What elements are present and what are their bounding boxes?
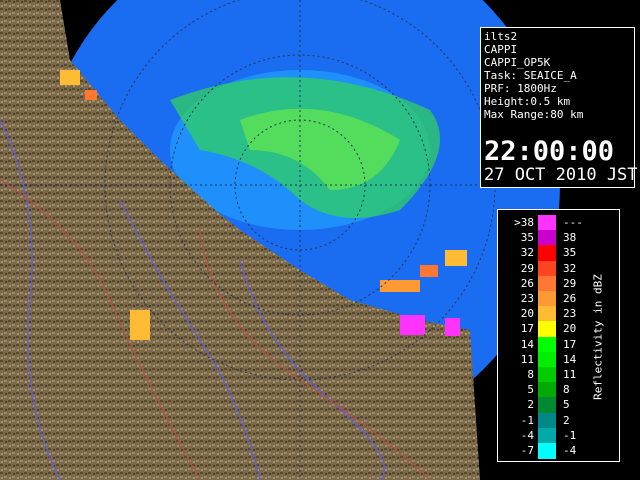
legend-high-value: --- [563, 216, 583, 229]
legend-low-value: -1 [520, 413, 534, 427]
legend-color-swatch [538, 351, 556, 368]
height-value: Height:0.5 km [484, 95, 571, 108]
legend-low-value: 32 [520, 246, 534, 260]
legend-high-value: 23 [563, 307, 577, 321]
legend-color-swatch [538, 397, 556, 414]
legend-row: 26 29 [498, 275, 619, 292]
legend-low-value: -4 [520, 428, 534, 442]
product-id: CAPPI_OP5K [484, 56, 551, 69]
prf-value: PRF: 1800Hz [484, 82, 557, 95]
max-range-value: Max Range:80 km [484, 108, 584, 121]
legend-high-value: 32 [563, 261, 577, 275]
legend-low-value: -7 [520, 444, 534, 457]
legend-high-value: 38 [563, 231, 577, 245]
legend-row: 8 11 [498, 367, 619, 383]
legend-row: 58 [498, 382, 619, 399]
legend-high-value: -1 [563, 428, 577, 442]
legend-row: 23 26 [498, 291, 619, 307]
legend-color-swatch [538, 215, 556, 231]
legend-color-swatch [538, 367, 556, 383]
legend-row: -7 -4 [498, 443, 619, 459]
legend-row: 14 17 [498, 336, 619, 353]
legend-color-swatch [538, 382, 556, 399]
legend-row: -4 -1 [498, 427, 619, 444]
legend-color-swatch [538, 336, 556, 353]
legend-high-value: 20 [563, 322, 577, 336]
legend-row: 29 32 [498, 260, 619, 277]
time-display: 22:00:00 [484, 136, 615, 167]
legend-high-value: 35 [563, 246, 577, 260]
legend-row: >38 --- [498, 215, 619, 231]
legend-row: -1 2 [498, 412, 619, 429]
legend-high-value: 14 [563, 352, 577, 366]
legend-row: 32 35 [498, 245, 619, 262]
legend-low-value: 23 [520, 292, 534, 305]
reflectivity-legend: Reflectivity in dBZ >38 --- 35 38 32 35 29 32 26… [497, 209, 620, 462]
legend-high-value: -4 [563, 444, 577, 457]
legend-color-swatch [538, 427, 556, 444]
legend-low-value: 29 [520, 261, 534, 275]
legend-color-swatch [538, 306, 556, 323]
legend-row: 17 20 [498, 321, 619, 338]
legend-low-value: 20 [520, 307, 534, 321]
legend-row: 25 [498, 397, 619, 414]
legend-low-value: 11 [520, 352, 534, 366]
legend-color-swatch [538, 443, 556, 459]
legend-color-swatch [538, 260, 556, 277]
legend-row: 35 38 [498, 230, 619, 247]
legend-color-swatch [538, 291, 556, 307]
station-name: ilts2 [484, 30, 518, 43]
task-name: Task: SEAICE_A [484, 69, 577, 82]
legend-low-value: 17 [520, 322, 534, 336]
legend-color-swatch [538, 412, 556, 429]
legend-low-value: 8 [527, 368, 534, 381]
legend-high-value: 29 [563, 276, 577, 290]
legend-low-value: 2 [527, 398, 534, 412]
legend-high-value: 8 [563, 383, 570, 397]
legend-low-value: 14 [520, 337, 534, 351]
legend-high-value: 5 [563, 398, 570, 412]
legend-low-value: 35 [520, 231, 534, 245]
date-display: 27 OCT 2010 JST [484, 165, 638, 185]
legend-row: 20 23 [498, 306, 619, 323]
legend-low-value: 26 [520, 276, 534, 290]
legend-high-value: 2 [563, 413, 570, 427]
product-name: CAPPI [484, 43, 518, 56]
legend-low-value: >38 [514, 216, 534, 229]
legend-low-value: 5 [527, 383, 534, 397]
legend-color-swatch [538, 230, 556, 247]
legend-high-value: 17 [563, 337, 577, 351]
legend-high-value: 11 [563, 368, 577, 381]
legend-row: 11 14 [498, 351, 619, 368]
legend-high-value: 26 [563, 292, 577, 305]
legend-color-swatch [538, 275, 556, 292]
legend-color-swatch [538, 245, 556, 262]
legend-color-swatch [538, 321, 556, 338]
radar-info-panel: ilts2 CAPPI CAPPI_OP5K Task: SEAICE_A PR… [480, 27, 638, 188]
